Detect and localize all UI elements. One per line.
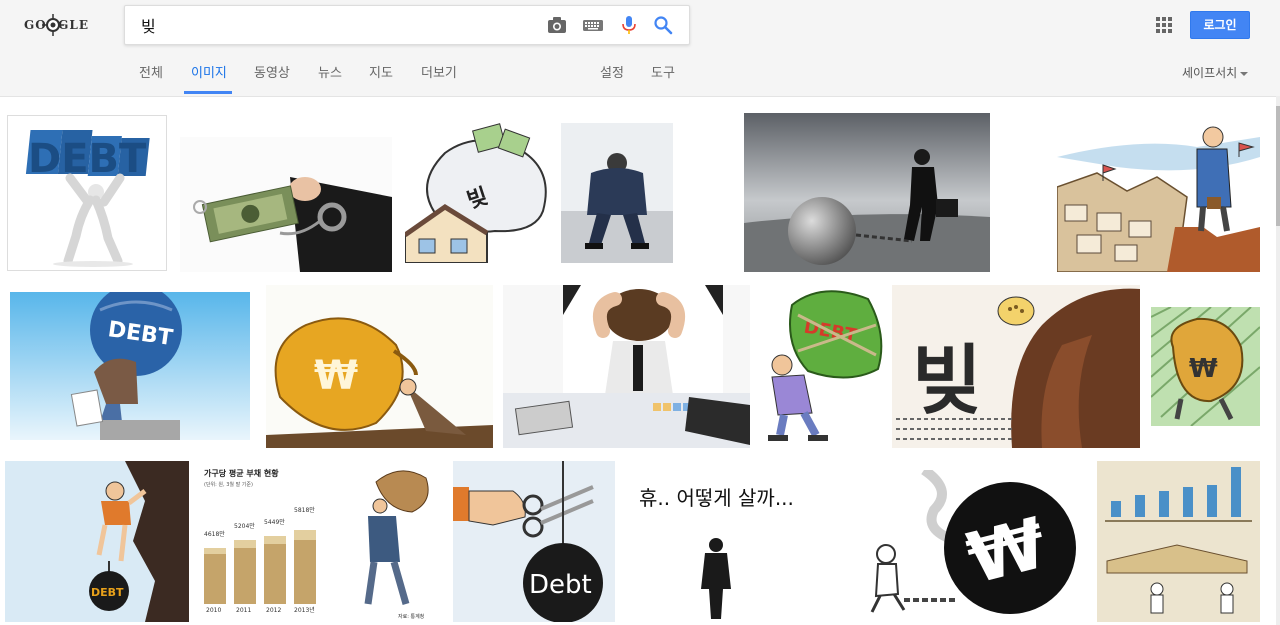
chart-year-2011: 2011 — [236, 607, 251, 614]
won-sack-illustration: ₩ — [266, 285, 493, 448]
scissors-debt-illustration: Debt — [453, 461, 615, 622]
sigh-man-illustration: 휴.. 어떻게 살까... — [627, 461, 868, 622]
tab-videos[interactable]: 동영상 — [254, 62, 290, 81]
cliff-climber-illustration: DEBT — [5, 461, 189, 622]
debt-sack-carrier-illustration: DEBT — [758, 285, 886, 448]
image-result-ball-and-chain[interactable] — [744, 113, 990, 272]
chart-total-2010: 4618만 — [204, 530, 225, 538]
sitting-businessman-photo — [561, 123, 673, 263]
chart-source-text: 자료: 통계청 — [398, 613, 424, 620]
image-result-debt-sack-carrier[interactable]: DEBT — [758, 285, 886, 448]
won-bag-green-illustration: ₩ — [1151, 307, 1260, 426]
chart-total-2013: 5818만 — [294, 506, 315, 514]
image-result-scissors-debt[interactable]: Debt — [453, 461, 615, 622]
apps-grid-icon[interactable] — [1156, 17, 1172, 33]
tab-news[interactable]: 뉴스 — [318, 62, 342, 81]
image-result-won-bag-green[interactable]: ₩ — [1151, 307, 1260, 426]
infographic-bars-graphic — [1097, 461, 1260, 622]
tab-more[interactable]: 더보기 — [421, 62, 457, 81]
image-result-won-sack[interactable]: ₩ — [266, 285, 493, 448]
image-result-debt-bag-house[interactable]: 빚 — [405, 123, 559, 263]
safesearch-label: 세이프서치 — [1182, 66, 1238, 80]
top-header: GOOGLE — [0, 0, 1280, 97]
atlas-debt-illustration: DEBT — [10, 292, 250, 440]
handcuffed-money-illustration — [180, 137, 392, 272]
search-box — [124, 5, 690, 45]
chart-title-text: 가구당 평균 부채 현황 — [204, 468, 279, 478]
safesearch-dropdown[interactable]: 세이프서치 — [1182, 64, 1249, 81]
image-result-debt-block[interactable]: DEBT — [7, 115, 167, 271]
image-result-stressed-desk[interactable] — [503, 285, 750, 448]
image-result-sitting-businessman[interactable] — [561, 123, 673, 263]
tab-images[interactable]: 이미지 — [191, 62, 227, 81]
login-button[interactable]: 로그인 — [1190, 11, 1250, 39]
man-on-cliff-illustration — [1057, 117, 1260, 272]
bitt-big-text: 빚 — [912, 336, 982, 425]
tab-settings[interactable]: 설정 — [600, 62, 624, 81]
debt-block-illustration: DEBT — [8, 116, 166, 270]
image-result-won-ball-chain[interactable]: ₩ — [864, 470, 1084, 622]
image-result-cliff-climber-debt[interactable]: DEBT — [5, 461, 189, 622]
search-tabs: 전체 이미지 동영상 뉴스 지도 더보기 설정 도구 — [0, 50, 1280, 96]
ball-and-chain-photo — [744, 113, 990, 272]
weight-debt-title-text: Debt — [529, 570, 592, 600]
tab-tools[interactable]: 도구 — [651, 62, 675, 81]
tab-maps[interactable]: 지도 — [369, 62, 393, 81]
search-input[interactable] — [139, 11, 533, 39]
bag-won-text: ₩ — [1189, 354, 1218, 384]
tab-all[interactable]: 전체 — [139, 62, 163, 81]
chart-year-2013: 2013년 — [294, 606, 315, 614]
image-result-bitt-woman[interactable]: 빚 — [892, 285, 1140, 448]
image-result-sigh-man[interactable]: 휴.. 어떻게 살까... — [627, 461, 868, 622]
scrollbar-thumb[interactable] — [1276, 106, 1280, 226]
chart-year-2010: 2010 — [206, 607, 221, 614]
search-icon[interactable] — [652, 15, 674, 35]
chart-year-2012: 2012 — [266, 607, 281, 614]
debt-block-text: DEBT — [28, 136, 147, 182]
sigh-text: 휴.. 어떻게 살까... — [639, 486, 794, 510]
chart-sub-text: (단위: 원, 3월 말 기준) — [204, 481, 253, 488]
camera-icon[interactable] — [546, 15, 568, 35]
chevron-down-icon — [1240, 71, 1249, 76]
google-logo[interactable]: GOOGLE — [24, 10, 88, 40]
active-tab-indicator — [184, 91, 232, 94]
image-result-handcuffed-money[interactable] — [180, 137, 392, 272]
page-scrollbar[interactable] — [1276, 96, 1280, 625]
sack-won-text: ₩ — [314, 353, 358, 399]
logo-doodle-icon — [42, 14, 64, 36]
microphone-icon[interactable] — [618, 15, 640, 35]
image-result-atlas-debt[interactable]: DEBT — [10, 292, 250, 440]
won-ball-chain-illustration: ₩ — [864, 470, 1084, 622]
image-result-infographic-bars[interactable] — [1097, 461, 1260, 622]
debt-bag-house-illustration: 빚 — [405, 123, 559, 263]
chart-total-2012: 5449만 — [264, 518, 285, 526]
weight-debt-text: DEBT — [91, 586, 124, 599]
stressed-desk-photo — [503, 285, 750, 448]
household-debt-chart-graphic: 가구당 평균 부채 현황 (단위: 원, 3월 말 기준) 4618만 5204… — [200, 462, 441, 620]
bitt-woman-illustration: 빚 — [892, 285, 1140, 448]
image-result-man-on-cliff[interactable] — [1057, 117, 1260, 272]
keyboard-icon[interactable] — [582, 15, 604, 35]
chart-total-2011: 5204만 — [234, 522, 255, 530]
image-result-household-debt-chart[interactable]: 가구당 평균 부채 현황 (단위: 원, 3월 말 기준) 4618만 5204… — [200, 462, 441, 620]
